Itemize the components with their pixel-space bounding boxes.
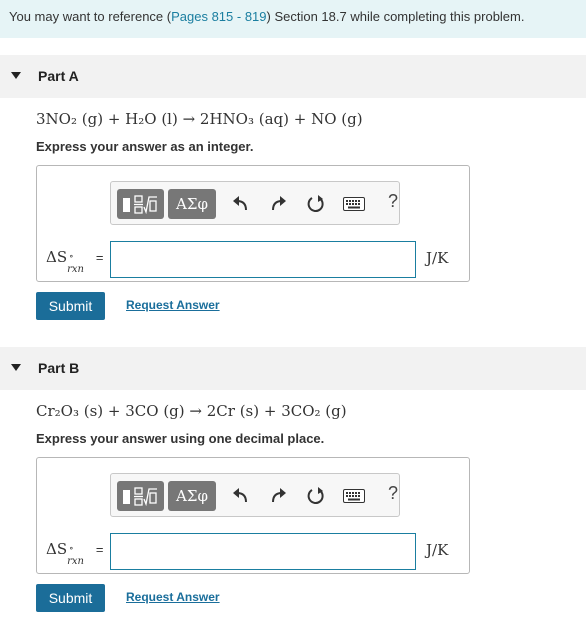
part-a-header[interactable]: Part A xyxy=(0,55,586,98)
undo-icon[interactable] xyxy=(231,486,251,506)
unit-label: J/K xyxy=(426,249,449,267)
template-block-icon xyxy=(123,198,130,212)
reset-icon[interactable] xyxy=(306,486,326,506)
lhs-superscript: ∘ xyxy=(69,544,74,554)
collapse-caret-icon[interactable] xyxy=(11,364,21,371)
templates-button[interactable] xyxy=(117,481,164,511)
equals-sign: = xyxy=(95,250,104,265)
math-toolbar: ΑΣφ ? xyxy=(110,473,400,517)
banner-suffix: ) Section 18.7 while completing this pro… xyxy=(266,9,525,24)
keyboard-icon[interactable] xyxy=(343,197,365,211)
lhs-symbol: ΔS xyxy=(46,248,68,266)
part-a-answer-box: ΑΣφ ? ΔS ∘ rxn = J/K xyxy=(36,165,470,282)
help-icon[interactable]: ? xyxy=(388,483,398,504)
part-b-equation: Cr₂O₃ (s) + 3CO (g) → 2Cr (s) + 3CO₂ (g) xyxy=(36,402,347,420)
submit-button[interactable]: Submit xyxy=(36,292,105,320)
pages-link[interactable]: Pages 815 - 819 xyxy=(171,9,266,24)
lhs-symbol: ΔS xyxy=(46,540,68,558)
request-answer-link[interactable]: Request Answer xyxy=(126,590,220,604)
collapse-caret-icon[interactable] xyxy=(11,72,21,79)
part-a-instruction: Express your answer as an integer. xyxy=(36,139,254,154)
part-b-instruction: Express your answer using one decimal pl… xyxy=(36,431,325,446)
lhs-superscript: ∘ xyxy=(69,252,74,262)
delta-s-label: ΔS ∘ rxn = xyxy=(46,248,104,275)
answer-input[interactable] xyxy=(110,533,416,570)
reference-banner: You may want to reference (Pages 815 - 8… xyxy=(0,0,586,38)
banner-prefix: You may want to reference ( xyxy=(9,9,172,24)
math-toolbar: ΑΣφ ? xyxy=(110,181,400,225)
answer-input[interactable] xyxy=(110,241,416,278)
equals-sign: = xyxy=(95,542,104,557)
unit-label: J/K xyxy=(426,541,449,559)
part-a-title: Part A xyxy=(38,68,79,84)
redo-icon[interactable] xyxy=(268,194,288,214)
template-block-icon xyxy=(123,490,130,504)
part-b-header[interactable]: Part B xyxy=(0,347,586,390)
part-b-answer-box: ΑΣφ ? ΔS ∘ rxn = J/K xyxy=(36,457,470,574)
templates-button[interactable] xyxy=(117,189,164,219)
part-a-equation: 3NO₂ (g) + H₂O (l) → 2HNO₃ (aq) + NO (g) xyxy=(36,110,363,128)
fraction-radical-icon xyxy=(134,487,157,506)
reset-icon[interactable] xyxy=(306,194,326,214)
request-answer-link[interactable]: Request Answer xyxy=(126,298,220,312)
delta-s-label: ΔS ∘ rxn = xyxy=(46,540,104,567)
undo-icon[interactable] xyxy=(231,194,251,214)
submit-button[interactable]: Submit xyxy=(36,584,105,612)
redo-icon[interactable] xyxy=(268,486,288,506)
help-icon[interactable]: ? xyxy=(388,191,398,212)
part-b-title: Part B xyxy=(38,360,80,376)
lhs-subscript: rxn xyxy=(67,264,84,275)
lhs-subscript: rxn xyxy=(67,556,84,567)
fraction-radical-icon xyxy=(134,195,157,214)
greek-symbols-button[interactable]: ΑΣφ xyxy=(168,189,216,219)
greek-symbols-button[interactable]: ΑΣφ xyxy=(168,481,216,511)
keyboard-icon[interactable] xyxy=(343,489,365,503)
